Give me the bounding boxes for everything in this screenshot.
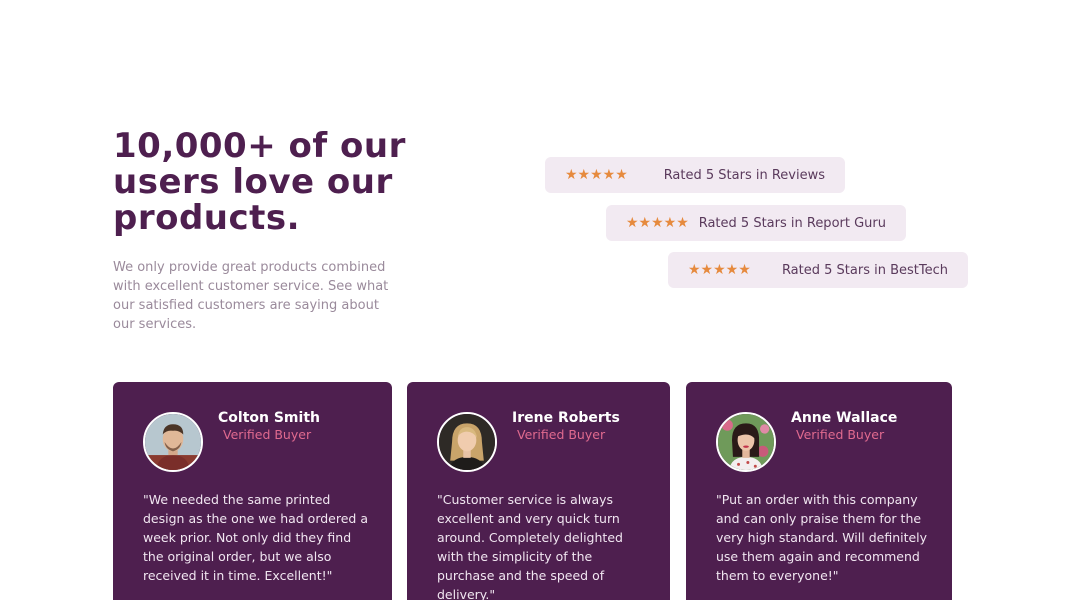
- page-heading: 10,000+ of our users love our products.: [113, 126, 406, 238]
- testimonial-card: Colton Smith Verified Buyer "We needed t…: [113, 382, 392, 600]
- customer-name: Colton Smith: [218, 410, 320, 426]
- avatar: [716, 412, 776, 472]
- avatar: [437, 412, 497, 472]
- verified-badge: Verified Buyer: [796, 427, 885, 442]
- testimonial-quote: "Put an order with this company and can …: [716, 492, 928, 583]
- customer-name: Anne Wallace: [791, 410, 898, 426]
- testimonial-card: Anne Wallace Verified Buyer "Put an orde…: [686, 382, 952, 600]
- verified-badge: Verified Buyer: [517, 427, 606, 442]
- avatar: [143, 412, 203, 472]
- person-avatar-icon: [718, 414, 774, 470]
- verified-badge: Verified Buyer: [223, 427, 312, 442]
- testimonial-quote: "Customer service is always excellent an…: [437, 492, 623, 600]
- testimonial-card: Irene Roberts Verified Buyer "Customer s…: [407, 382, 670, 600]
- rating-badge-besttech: ★★★★★ Rated 5 Stars in BestTech: [668, 252, 968, 288]
- rating-badge-report-guru: ★★★★★ Rated 5 Stars in Report Guru: [606, 205, 906, 241]
- rating-label: Rated 5 Stars in Report Guru: [698, 215, 886, 231]
- rating-badge-reviews: ★★★★★ Rated 5 Stars in Reviews: [545, 157, 845, 193]
- person-avatar-icon: [439, 414, 495, 470]
- star-rating-icon: ★★★★★: [565, 167, 628, 183]
- customer-name: Irene Roberts: [512, 410, 620, 426]
- rating-label: Rated 5 Stars in Reviews: [663, 167, 825, 183]
- rating-label: Rated 5 Stars in BestTech: [781, 262, 948, 278]
- star-rating-icon: ★★★★★: [626, 215, 689, 231]
- testimonial-quote: "We needed the same printed design as th…: [143, 492, 368, 583]
- person-avatar-icon: [145, 414, 201, 470]
- star-rating-icon: ★★★★★: [688, 262, 751, 278]
- intro-text: We only provide great products combined …: [113, 260, 389, 332]
